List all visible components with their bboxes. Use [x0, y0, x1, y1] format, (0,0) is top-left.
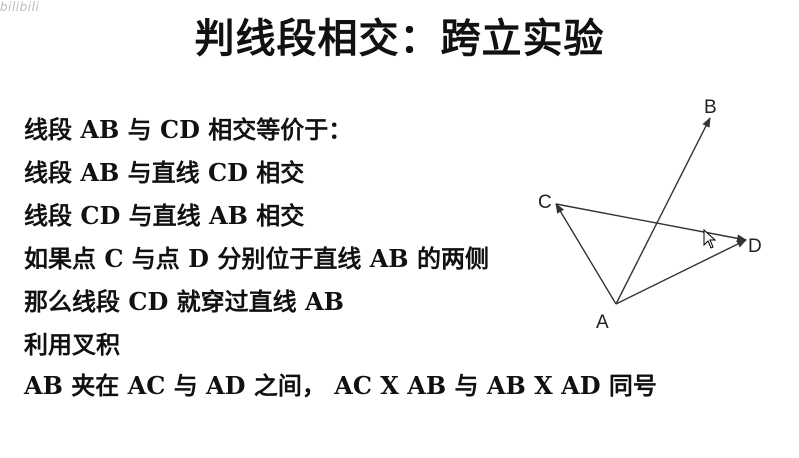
vector-ab [615, 117, 711, 305]
segment-diagram: A B C D [538, 97, 762, 333]
text-line-4: 如果点 C 与点 D 分别位于直线 AB 的两侧 [24, 244, 489, 273]
text-body: 线段 AB 与 CD 相交等价于： 线段 AB 与直线 CD 相交 线段 CD … [24, 108, 489, 366]
label-b: B [704, 97, 717, 118]
text-line-3: 线段 CD 与直线 AB 相交 [24, 201, 305, 230]
conclusion-line: AB 夹在 AC 与 AD 之间， AC X AB 与 AB X AD 同号 [24, 371, 657, 400]
pointer-cursor-icon [703, 229, 717, 249]
text-line-1: 线段 AB 与 CD 相交等价于： [24, 115, 353, 144]
text-line-2: 线段 AB 与直线 CD 相交 [24, 158, 305, 187]
page-title: 判线段相交：跨立实验 [194, 16, 605, 62]
label-a: A [596, 312, 609, 333]
vector-ad [615, 239, 747, 305]
text-line-6: 利用叉积 [24, 330, 120, 359]
label-c: C [538, 192, 552, 213]
label-d: D [748, 236, 762, 257]
vector-ac [555, 203, 617, 305]
text-line-5: 那么线段 CD 就穿过直线 AB [24, 287, 344, 316]
